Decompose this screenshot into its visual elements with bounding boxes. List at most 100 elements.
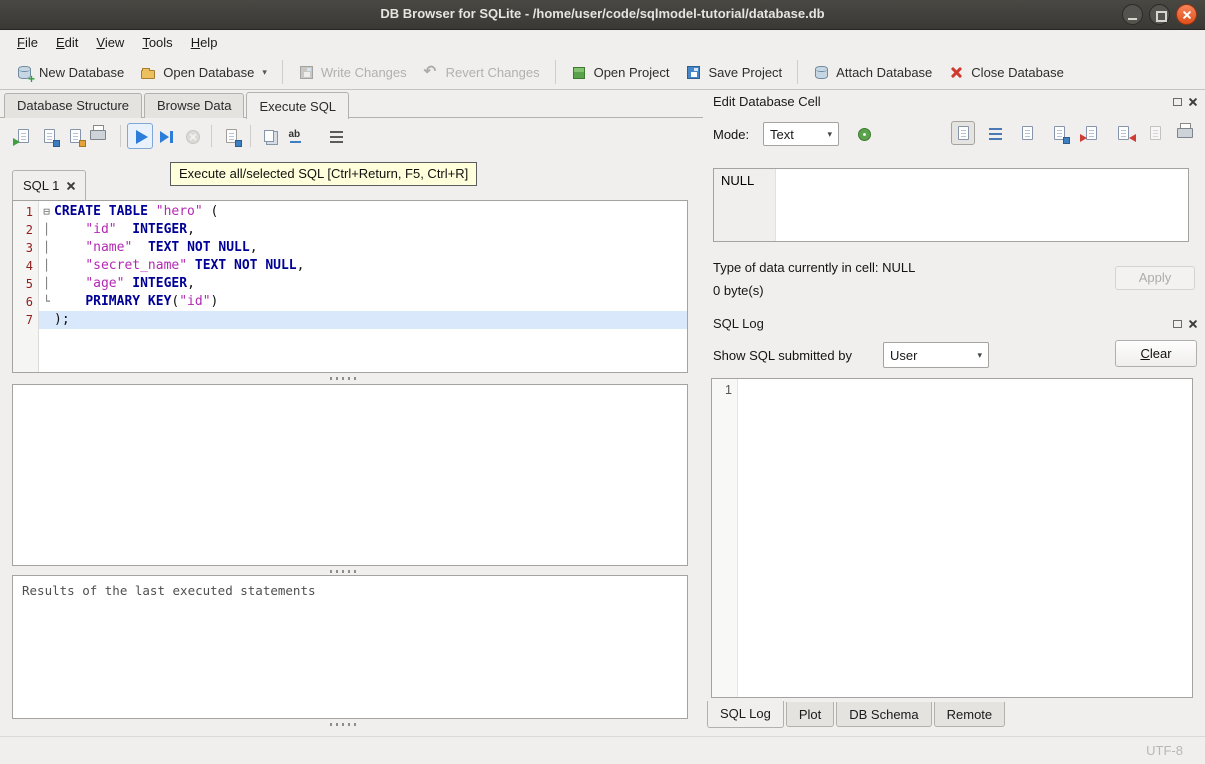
- float-panel-icon[interactable]: [1173, 319, 1182, 328]
- tab-browse-data[interactable]: Browse Data: [144, 93, 245, 118]
- cell-settings-button[interactable]: [851, 121, 877, 147]
- open-database-button[interactable]: Open Database ▾: [132, 59, 275, 86]
- execute-line-button[interactable]: [153, 123, 179, 149]
- dock-tab-remote[interactable]: Remote: [933, 702, 1006, 727]
- editor-line-3[interactable]: 3 │ "name" TEXT NOT NULL,: [13, 239, 687, 257]
- print-sql-button[interactable]: [88, 123, 114, 149]
- export-results-button[interactable]: [218, 123, 244, 149]
- auto-complete-button[interactable]: [283, 123, 309, 149]
- window-title: DB Browser for SQLite - /home/user/code/…: [380, 6, 825, 21]
- open-database-dropdown-icon[interactable]: ▾: [262, 67, 267, 78]
- dock-area: Edit Database Cell Mode: Text NULL Type …: [703, 90, 1205, 736]
- word-wrap-button[interactable]: [323, 123, 349, 149]
- toolbar-separator: [281, 60, 283, 84]
- log-filter-combobox[interactable]: User: [883, 342, 989, 368]
- results-grid[interactable]: [12, 384, 688, 566]
- new-database-icon: [16, 64, 33, 81]
- splitter-handle[interactable]: [330, 723, 360, 726]
- new-database-button[interactable]: New Database: [8, 59, 132, 86]
- set-null-button[interactable]: [1143, 121, 1167, 145]
- cell-value-editor[interactable]: NULL: [713, 168, 1189, 242]
- write-changes-button[interactable]: Write Changes: [290, 59, 415, 86]
- cell-size-text: 0 byte(s): [713, 283, 764, 298]
- execute-all-button[interactable]: [127, 123, 153, 149]
- window-close-button[interactable]: [1176, 4, 1197, 25]
- save-project-button[interactable]: Save Project: [677, 59, 790, 86]
- editor-line-5[interactable]: 5 │ "age" INTEGER,: [13, 275, 687, 293]
- text-document-icon: [955, 125, 972, 142]
- log-gutter: 1: [712, 379, 738, 697]
- new-database-label: New Database: [39, 64, 125, 80]
- close-database-icon: [948, 64, 965, 81]
- open-database-label: Open Database: [163, 64, 255, 80]
- sql-document-tab[interactable]: SQL 1: [12, 170, 87, 200]
- close-panel-icon[interactable]: [1188, 97, 1197, 106]
- editor-line-6[interactable]: 6 └ PRIMARY KEY("id"): [13, 293, 687, 311]
- main-toolbar: New Database Open Database ▾ Write Chang…: [0, 55, 1205, 90]
- apply-button[interactable]: Apply: [1115, 266, 1195, 290]
- maximize-button[interactable]: [1149, 4, 1170, 25]
- close-panel-icon[interactable]: [1188, 319, 1197, 328]
- menu-view[interactable]: View: [87, 32, 133, 53]
- text-mode-button[interactable]: [951, 121, 975, 145]
- print-icon: [90, 125, 106, 140]
- save-sql-as-button[interactable]: [62, 123, 88, 149]
- dock-tab-db-schema[interactable]: DB Schema: [836, 702, 932, 727]
- export-icon: [1115, 125, 1136, 142]
- editor-line-1[interactable]: 1 ⊟ CREATE TABLE "hero" (: [13, 203, 687, 221]
- import-cell-button[interactable]: [1079, 121, 1103, 145]
- editor-lines: 1 ⊟ CREATE TABLE "hero" (2 │ "id" INTEGER, 3…: [13, 203, 687, 329]
- close-database-button[interactable]: Close Database: [940, 59, 1072, 86]
- mode-label: Mode:: [713, 127, 750, 142]
- word-wrap-cell-button[interactable]: [983, 121, 1007, 145]
- menu-file[interactable]: File: [8, 32, 47, 53]
- revert-changes-button[interactable]: Revert Changes: [415, 59, 548, 86]
- encoding-indicator: UTF-8: [1146, 743, 1183, 758]
- mode-combobox[interactable]: Text: [763, 122, 839, 146]
- close-tab-icon[interactable]: [66, 181, 75, 190]
- open-project-button[interactable]: Open Project: [563, 59, 678, 86]
- statusbar: UTF-8: [0, 736, 1205, 764]
- menu-edit[interactable]: Edit: [47, 32, 87, 53]
- attach-database-icon: [813, 64, 830, 81]
- write-changes-icon: [298, 64, 315, 81]
- attach-database-button[interactable]: Attach Database: [805, 59, 940, 86]
- log-line-number: 1: [725, 383, 732, 397]
- save-project-label: Save Project: [708, 64, 783, 80]
- sql-log-view[interactable]: 1: [711, 378, 1193, 698]
- log-filter-label: Show SQL submitted by: [713, 348, 852, 363]
- edit-cell-toolbar: [951, 121, 1199, 145]
- splitter-handle[interactable]: [330, 377, 360, 380]
- menu-tools[interactable]: Tools: [133, 32, 181, 53]
- open-in-new-tab-button[interactable]: [257, 123, 283, 149]
- editor-line-2[interactable]: 2 │ "id" INTEGER,: [13, 221, 687, 239]
- mode-value: Text: [770, 126, 794, 142]
- tab-execute-sql[interactable]: Execute SQL: [246, 92, 350, 119]
- tab-database-structure[interactable]: Database Structure: [4, 93, 143, 118]
- save-sql-file-button[interactable]: [36, 123, 62, 149]
- minimize-button[interactable]: [1122, 4, 1143, 25]
- splitter-handle[interactable]: [330, 570, 360, 573]
- save-sql-file-icon: [41, 128, 60, 147]
- export-cell-button[interactable]: [1111, 121, 1136, 145]
- paste-cell-button[interactable]: [1047, 121, 1071, 145]
- stop-execution-button[interactable]: [179, 123, 205, 149]
- open-project-icon: [571, 64, 588, 81]
- stop-icon: [184, 128, 201, 145]
- editor-line-7[interactable]: 7);: [13, 311, 687, 329]
- copy-cell-button[interactable]: [1015, 121, 1039, 145]
- open-sql-file-button[interactable]: [10, 123, 36, 149]
- menu-help[interactable]: Help: [182, 32, 227, 53]
- editor-line-4[interactable]: 4 │ "secret_name" TEXT NOT NULL,: [13, 257, 687, 275]
- toolbar-separator: [797, 60, 799, 84]
- sql-editor[interactable]: 1 ⊟ CREATE TABLE "hero" (2 │ "id" INTEGER, 3…: [12, 200, 688, 373]
- print-cell-button[interactable]: [1175, 121, 1199, 145]
- app-window: DB Browser for SQLite - /home/user/code/…: [0, 0, 1205, 764]
- dock-tab-sql-log[interactable]: SQL Log: [707, 701, 784, 728]
- open-sql-file-icon: [12, 128, 32, 146]
- dock-tab-plot[interactable]: Plot: [785, 702, 835, 727]
- clear-log-button[interactable]: Clear: [1115, 340, 1197, 367]
- chevron-down-icon: [817, 129, 832, 140]
- float-panel-icon[interactable]: [1173, 97, 1182, 106]
- export-results-icon: [223, 128, 242, 147]
